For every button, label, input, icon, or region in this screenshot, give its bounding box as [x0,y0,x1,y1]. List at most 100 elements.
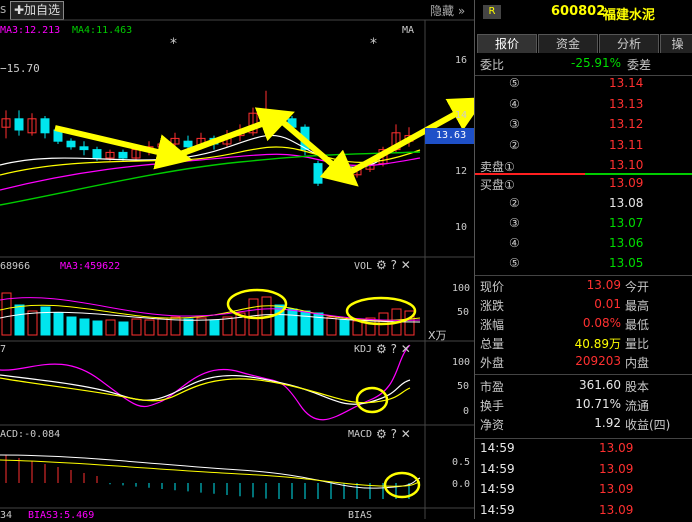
quote-panel: R 600802 福建水泥 报价 资金 分析 操 委比 -25.91% 委差 ⑤… [474,0,692,519]
gear-icon[interactable]: ⚙ [376,427,387,441]
macd-panel-name: MACD [348,429,373,440]
volume-bar [209,319,220,336]
sell-order-row: ④ 13.13 [475,97,692,116]
price-axis-14: 14 [455,110,468,121]
stat-value: 0.01 [594,297,621,311]
order-index: ② [509,137,520,152]
r-badge: R [483,5,501,19]
kdj-lines [0,344,411,421]
stat-value: 40.89万 [574,337,621,351]
buy-price: 13.07 [609,216,644,230]
volume-bar [352,320,363,336]
tick-row[interactable]: 14:59 13.09 [475,441,692,460]
stat-row: 现价 13.09 今开 [475,278,692,297]
order-index: ④ [509,96,520,111]
fundamental-row: 换手 10.71% 流通 [475,397,692,416]
volume-bar [313,312,324,336]
sell-price: 13.13 [609,96,644,111]
vol-unit: X万 [428,329,447,342]
stat-value: 0.08% [582,316,621,330]
stat-value: 13.09 [586,278,621,292]
volume-bar [300,310,311,336]
stat-value: 1.92 [594,416,621,430]
tick-time: 14:59 [480,441,515,455]
stat-label: 涨跌 [480,299,505,313]
tick-time: 14:59 [480,482,515,496]
macd-axis-00: 0.0 [452,479,471,490]
gear-icon[interactable]: ⚙ [376,258,387,272]
candle-body [40,118,50,134]
tab-analysis[interactable]: 分析 [599,34,659,53]
stat-label-2: 股本 [625,380,650,394]
price-axis-12: 12 [455,166,468,177]
tick-row[interactable]: 14:59 13.09 [475,482,692,501]
star-marker-1: * [170,36,177,52]
order-index: ④ [509,236,520,250]
tick-time: 14:59 [480,461,515,476]
bias3-label: BIAS3:5.469 [28,510,95,521]
candle-body [79,146,89,151]
order-index: ⑤ [509,256,520,270]
price-axis-16: 16 [455,55,468,66]
sell-order-row: ② 13.11 [475,138,692,157]
volume-bar [222,316,233,336]
buy-price: 13.09 [609,176,644,190]
ticks-divider [475,438,692,439]
vol-ma3-label: MA3:459622 [60,261,121,272]
vol-panel-icons: ⚙ ? ✕ [376,258,411,272]
stat-value: 361.60 [579,378,621,392]
stat-label: 外盘 [480,356,505,370]
high-price-marker: −15.70 [0,62,40,75]
tab-quote[interactable]: 报价 [477,34,537,53]
order-index: ③ [509,117,520,131]
sell-price: 13.11 [609,137,644,152]
buy-order-row: 买盘① 13.09 [475,176,692,195]
kdj-value-label: 7 [0,344,7,355]
fundamental-row: 市盈 361.60 股本 [475,378,692,397]
sell-price: 13.10 [609,158,644,172]
buy-order-row: ⑤ 13.05 [475,256,692,275]
arrow-down-2 [276,115,359,187]
tick-price: 13.09 [599,502,634,517]
help-icon[interactable]: ? [391,427,397,441]
kdj-axis-50: 50 [457,381,470,392]
buy-order-row: ③ 13.07 [475,216,692,235]
stat-label-2: 收益(四) [625,418,671,432]
chart-area[interactable]: ✚加自选 s 隐藏 » MA3:12.213 MA4:11.463 MA * *… [0,0,474,521]
close-icon[interactable]: ✕ [401,258,411,272]
sell-order-row: ⑤ 13.14 [475,76,692,95]
stat-label-2: 最低 [625,318,650,332]
stat-row: 涨幅 0.08% 最低 [475,316,692,335]
tab-funds[interactable]: 资金 [538,34,598,53]
stat-label: 市盈 [480,380,505,394]
order-index: ② [509,196,520,210]
help-icon[interactable]: ? [391,258,397,272]
tick-time: 14:59 [480,502,515,517]
tab-operate[interactable]: 操 [660,34,692,53]
stat-label: 总量 [480,337,505,351]
buy-order-row: ② 13.08 [475,196,692,215]
order-index: ⑤ [509,76,520,90]
volume-bar [53,312,64,336]
arrow-up-1 [173,107,295,159]
stat-label-2: 最高 [625,299,650,313]
gear-icon[interactable]: ⚙ [376,342,387,356]
volume-bar [92,320,103,336]
help-icon[interactable]: ? [391,342,397,356]
stat-value: 10.71% [575,397,621,411]
stat-label: 净资 [480,418,505,432]
volume-bar [144,319,155,336]
kdj-highlight [355,386,389,414]
macd-highlight [383,471,421,499]
tick-row[interactable]: 14:59 13.09 [475,462,692,481]
volume-bar [157,317,168,336]
candle-body [14,118,24,131]
tick-price: 13.09 [599,441,634,455]
close-icon[interactable]: ✕ [401,342,411,356]
macd-axis-05: 0.5 [452,457,471,468]
close-icon[interactable]: ✕ [401,427,411,441]
stat-label-2: 流通 [625,399,650,413]
fundamental-row: 净资 1.92 收益(四) [475,416,692,435]
candle-body [313,163,323,184]
stat-label: 涨幅 [480,318,505,332]
